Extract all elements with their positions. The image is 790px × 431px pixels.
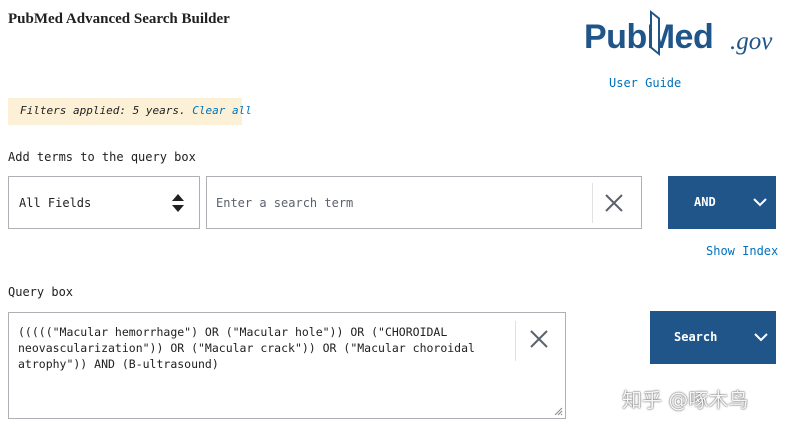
watermark: 知乎 @啄木鸟	[622, 388, 749, 412]
input-divider	[592, 183, 593, 223]
user-guide-link[interactable]: User Guide	[609, 76, 681, 90]
close-icon[interactable]	[527, 327, 551, 351]
page-title: PubMed Advanced Search Builder	[8, 11, 230, 27]
sort-arrows-icon	[172, 194, 184, 212]
and-button-label: AND	[694, 195, 716, 209]
query-box[interactable]: ((((("Macular hemorrhage") OR ("Macular …	[8, 312, 566, 419]
field-select[interactable]: All Fields	[8, 176, 200, 229]
show-index-link[interactable]: Show Index	[706, 244, 778, 258]
filter-banner: Filters applied: 5 years. Clear all	[8, 98, 252, 125]
pubmed-logo[interactable]: PubMed .gov	[584, 8, 784, 60]
resize-handle-icon[interactable]	[553, 406, 563, 416]
clear-all-link[interactable]: Clear all	[192, 104, 252, 117]
field-select-value: All Fields	[19, 196, 92, 210]
chevron-down-icon[interactable]	[754, 332, 768, 342]
query-divider	[515, 321, 516, 361]
search-term-input[interactable]	[208, 178, 591, 227]
add-terms-label: Add terms to the query box	[8, 150, 196, 164]
chevron-down-icon[interactable]	[753, 197, 767, 207]
search-button[interactable]: Search	[650, 311, 776, 364]
query-text[interactable]: ((((("Macular hemorrhage") OR ("Macular …	[18, 324, 513, 372]
search-term-field[interactable]	[206, 176, 642, 229]
query-box-label: Query box	[8, 285, 74, 299]
search-button-label: Search	[674, 330, 718, 344]
logo-gov-suffix: .gov	[730, 28, 773, 55]
close-icon[interactable]	[602, 191, 626, 215]
add-with-and-button[interactable]: AND	[668, 176, 776, 229]
book-icon	[650, 10, 660, 56]
filter-applied-text: Filters applied: 5 years.	[20, 104, 186, 117]
